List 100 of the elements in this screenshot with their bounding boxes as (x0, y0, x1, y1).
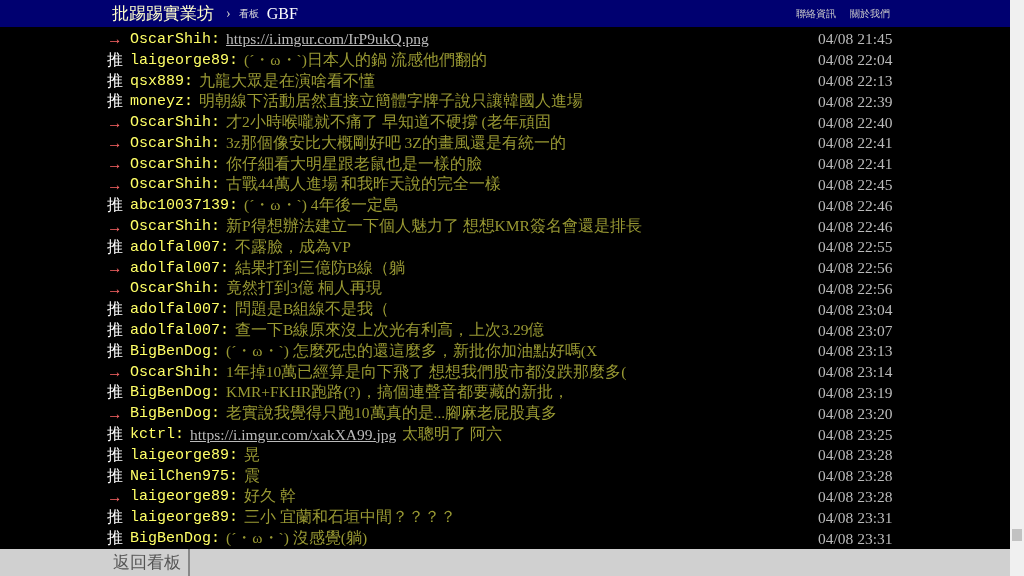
board-name[interactable]: GBF (266, 4, 298, 23)
comment-text: 1年掉10萬已經算是向下飛了 想想我們股市都沒跌那麼多( (226, 361, 627, 382)
comment-user: OscarShih: (130, 218, 220, 236)
comment-text: 結果打到三億防B線（躺 (235, 257, 406, 278)
comment-tag: 推 (107, 70, 130, 92)
comment-text: 太聰明了 阿六 (402, 424, 503, 445)
comment-tag: → (107, 363, 130, 382)
comment-user: BigBenDog: (130, 384, 220, 402)
comment-tag: → (107, 30, 130, 49)
comment-tag: → (107, 217, 130, 236)
comment-user: NeilChen975: (130, 467, 239, 485)
comment-user: OscarShih: (130, 30, 220, 48)
comment-text: (´・ω・`) 怎麼死忠的還這麼多，新批你加油點好嗎(X (226, 340, 598, 361)
comment-user: OscarShih: (130, 176, 220, 194)
comment-text: 3z那個像安比大概剛好吧 3Z的畫風還是有統一的 (226, 132, 566, 153)
comment-user: moneyz: (130, 93, 193, 111)
comment-text: 問題是B組線不是我（ (235, 299, 390, 320)
comment-link[interactable]: https://i.imgur.com/IrP9ukQ.png (226, 30, 429, 49)
comment-user: BigBenDog: (130, 342, 220, 360)
comment-time: 04/08 23:28 (818, 487, 893, 506)
comment-tag: 推 (107, 465, 130, 487)
comment-text: 查一下B線原來沒上次光有利高，上次3.29億 (235, 320, 545, 341)
comment-user: BigBenDog: (130, 405, 220, 423)
comment-time: 04/08 22:56 (818, 259, 893, 278)
board-label: 看板 (238, 6, 259, 21)
comment-time: 04/08 23:14 (818, 363, 893, 382)
site-title[interactable]: 批踢踢實業坊 (112, 2, 214, 25)
comment-user: qsx889: (130, 72, 193, 90)
comment-user: adolfal007: (130, 301, 230, 319)
comment-user: BigBenDog: (130, 530, 220, 548)
comment-time: 04/08 23:25 (818, 425, 893, 444)
comment-user: OscarShih: (130, 363, 220, 381)
comment-tag: 推 (107, 507, 130, 529)
comment-tag: → (107, 259, 130, 278)
comment-tag: 推 (107, 320, 130, 342)
comment-time: 04/08 23:20 (818, 404, 893, 423)
comment-time: 04/08 22:45 (818, 175, 893, 194)
comment-time: 04/08 23:28 (818, 467, 893, 486)
comment-link[interactable]: https://i.imgur.com/xakXA99.jpg (190, 425, 397, 444)
comment-user: OscarShih: (130, 134, 220, 152)
comment-user: laigeorge89: (130, 446, 239, 464)
scrollbar[interactable] (1010, 0, 1024, 576)
comment-user: laigeorge89: (130, 509, 239, 527)
comment-user: adolfal007: (130, 322, 230, 340)
comment-time: 04/08 22:13 (818, 72, 893, 90)
comment-time: 04/08 22:55 (818, 238, 893, 257)
comment-time: 04/08 22:40 (818, 113, 893, 132)
comment-time: 04/08 22:41 (818, 134, 893, 153)
comment-tag: → (107, 113, 130, 132)
comment-tag: 推 (107, 528, 130, 550)
comment-time: 04/08 21:45 (818, 30, 893, 49)
comment-user: kctrl: (130, 426, 184, 444)
comment-user: laigeorge89: (130, 488, 239, 506)
comment-tag: 推 (107, 91, 130, 113)
comment-user: OscarShih: (130, 155, 220, 173)
comment-time: 04/08 23:31 (818, 529, 893, 548)
comment-time: 04/08 22:46 (818, 196, 893, 215)
comment-text: 古戰44萬人進場 和我昨天說的完全一樣 (226, 174, 502, 195)
comment-text: 好久 幹 (244, 486, 296, 507)
comment-text: (´・ω・`) 沒感覺(躺) (226, 528, 368, 549)
comment-tag: 推 (107, 382, 130, 404)
comment-tag: → (107, 279, 130, 298)
comment-text: 三小 宜蘭和石垣中間？？？？ (244, 507, 456, 528)
comment-text: (´・ω・`) 4年後一定島 (244, 195, 399, 216)
comment-time: 04/08 22:56 (818, 279, 893, 298)
comment-tag: 推 (107, 340, 130, 362)
header-link[interactable]: 關於我們 (850, 6, 890, 21)
comment-text: 九龍大眾是在演啥看不懂 (199, 70, 375, 91)
comment-tag: → (107, 134, 130, 153)
comment-tag: 推 (107, 299, 130, 321)
comment-user: abc10037139: (130, 197, 239, 215)
comment-time: 04/08 23:13 (818, 342, 893, 361)
comment-text: 晃 (244, 444, 261, 465)
comment-text: 新P得想辦法建立一下個人魅力了 想想KMR簽名會還是排長 (226, 216, 642, 237)
comment-tag: → (107, 487, 130, 506)
comment-text: 不露臉，成為VP (235, 236, 351, 257)
comment-time: 04/08 23:04 (818, 300, 893, 319)
comment-time: 04/08 22:46 (818, 217, 893, 236)
comment-tag: → (107, 404, 130, 423)
comment-user: OscarShih: (130, 280, 220, 298)
comment-text: 明朝線下活動居然直接立簡體字牌子說只讓韓國人進場 (199, 91, 583, 112)
comment-text: 竟然打到3億 桐人再現 (226, 278, 382, 299)
comment-time: 04/08 23:07 (818, 321, 893, 340)
comment-tag: 推 (107, 424, 130, 446)
comment-tag: 推 (107, 236, 130, 258)
comment-text: (´・ω・`)日本人的鍋 流感他們翻的 (244, 49, 487, 70)
comment-tag: → (107, 155, 130, 174)
comment-time: 04/08 23:28 (818, 446, 893, 465)
comment-tag: → (107, 176, 130, 194)
comment-user: OscarShih: (130, 114, 220, 132)
comment-tag: 推 (107, 49, 130, 71)
comment-time: 04/08 22:41 (818, 155, 893, 174)
comment-time: 04/08 23:19 (818, 383, 893, 402)
comment-user: adolfal007: (130, 259, 230, 277)
header-link[interactable]: 聯絡資訊 (796, 6, 836, 21)
comment-text: 你仔細看大明星跟老鼠也是一樣的臉 (226, 153, 482, 174)
breadcrumb-separator: › (226, 5, 231, 22)
comment-tag: 推 (107, 195, 130, 217)
comment-time: 04/08 22:04 (818, 51, 893, 70)
comment-time: 04/08 22:39 (818, 92, 893, 111)
